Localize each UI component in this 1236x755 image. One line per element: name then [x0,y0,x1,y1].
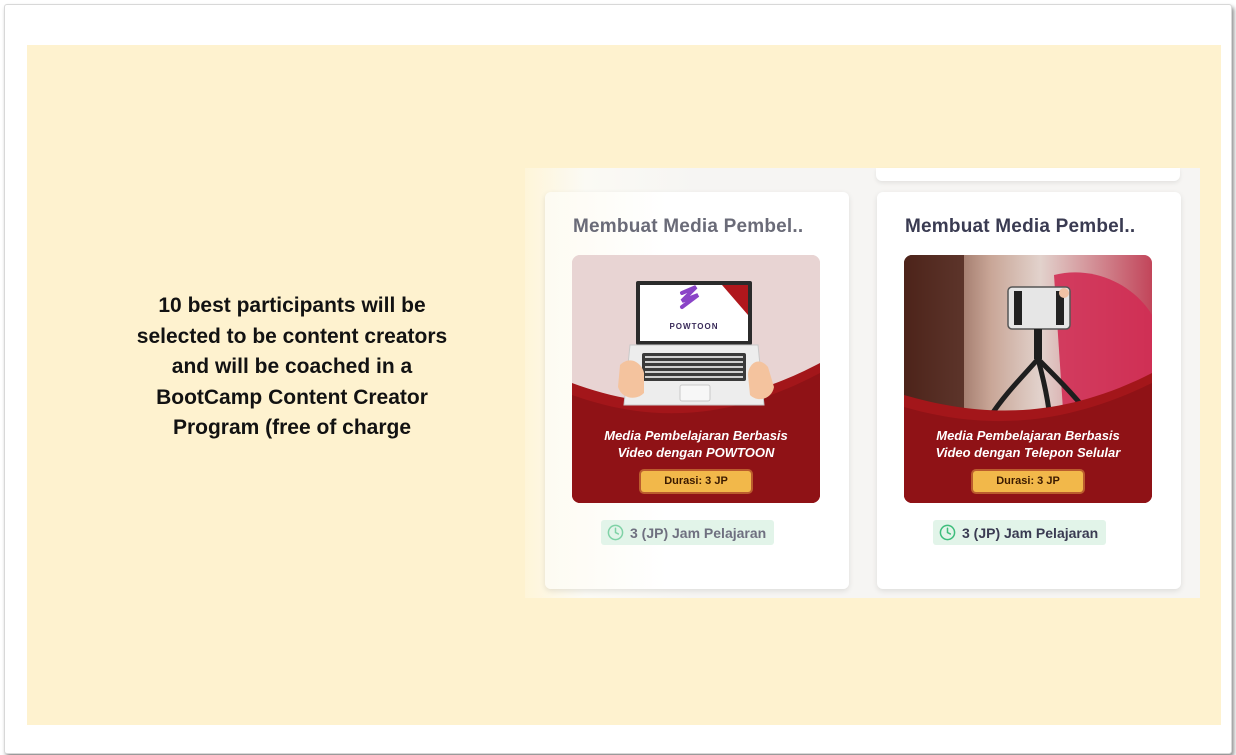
slide-frame: 10 best participants will be selected to… [4,4,1232,754]
caption-line: and will be coached in a [171,355,413,378]
course-card[interactable]: Membuat Media Pembel.. Media Pembelajara… [877,192,1181,589]
course-card[interactable]: Membuat Media Pembel.. POWTOON Media Pem… [545,192,849,589]
duration-badge: 3 (JP) Jam Pelajaran [933,520,1107,545]
caption-line: 10 best participants will be [158,294,426,317]
course-screenshot: Membuat Media Pembel.. POWTOON Media Pem… [525,168,1200,598]
laptop-illustration: POWTOON [572,255,820,503]
card-above-partial [876,168,1180,181]
duration-tag: Durasi: 3 JP [641,471,751,492]
thumbnail-caption-line: Media Pembelajaran Berbasis [936,428,1120,443]
thumbnail-caption-line: Video dengan POWTOON [617,445,775,460]
duration-text: 3 (JP) Jam Pelajaran [630,524,767,541]
slide: 10 best participants will be selected to… [27,45,1221,725]
thumbnail-caption: Media Pembelajaran Berbasis Video dengan… [572,427,820,461]
duration-text: 3 (JP) Jam Pelajaran [962,524,1099,541]
thumbnail-caption: Media Pembelajaran Berbasis Video dengan… [904,427,1152,461]
clock-icon [939,524,956,541]
course-thumbnail[interactable]: Media Pembelajaran Berbasis Video dengan… [904,255,1152,503]
caption-line: BootCamp Content Creator [156,385,428,409]
caption-text: 10 best participants will be selected to… [127,291,457,444]
course-title[interactable]: Membuat Media Pembel.. [905,216,1135,238]
caption-line: Program (free of charge [172,416,412,439]
caption-line: selected to be content creators [136,324,448,348]
thumbnail-caption-line: Media Pembelajaran Berbasis [604,428,788,443]
thumbnail-caption-line: Video dengan Telepon Selular [935,445,1121,460]
phone-tripod-photo [904,255,1152,503]
duration-tag: Durasi: 3 JP [973,471,1083,492]
duration-badge: 3 (JP) Jam Pelajaran [601,520,775,545]
clock-icon [607,524,624,541]
course-title[interactable]: Membuat Media Pembel.. [573,216,803,238]
course-thumbnail[interactable]: POWTOON Media Pembelajaran Berbasis Vide… [572,255,820,503]
powtoon-logo-text: POWTOON [669,322,718,331]
